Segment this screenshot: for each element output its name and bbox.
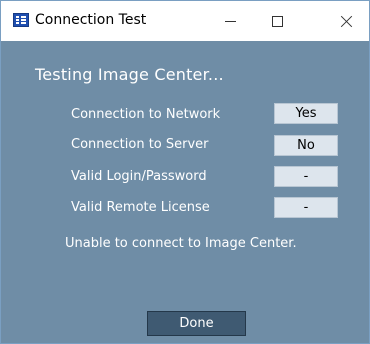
maximize-button[interactable] [254,1,300,41]
connection-test-dialog: Connection Test Testing Image Center... … [0,0,370,344]
maximize-icon [271,15,283,27]
done-button[interactable]: Done [147,311,246,336]
minimize-button[interactable] [207,1,253,41]
check-value-server: No [274,135,338,156]
close-icon [340,15,353,28]
title-bar[interactable]: Connection Test [1,1,369,41]
app-grid-icon [13,13,29,27]
check-value-network: Yes [274,103,338,124]
dialog-body: Testing Image Center... Connection to Ne… [1,41,369,343]
status-heading: Testing Image Center... [35,65,224,84]
window-title: Connection Test [35,12,147,28]
minimize-icon [224,20,236,22]
status-message: Unable to connect to Image Center. [65,236,297,251]
resize-grip[interactable] [361,335,369,343]
check-label-login: Valid Login/Password [71,169,207,184]
check-label-server: Connection to Server [71,137,209,152]
check-value-login: - [274,166,338,187]
check-label-network: Connection to Network [71,107,221,122]
check-value-license: - [274,197,338,218]
close-button[interactable] [323,1,369,41]
check-label-license: Valid Remote License [71,200,210,215]
